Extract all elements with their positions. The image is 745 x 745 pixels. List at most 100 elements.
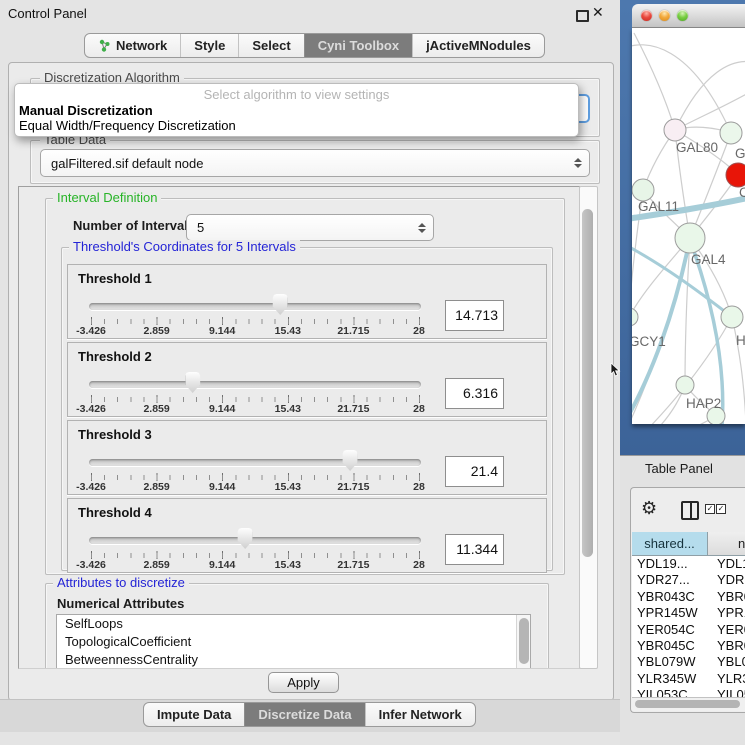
number-of-intervals-combobox[interactable]: 5 [186,214,434,241]
threshold-4-slider-thumb[interactable] [238,528,253,549]
tab-impute-data[interactable]: Impute Data [144,703,244,726]
node-gal11[interactable] [632,179,654,201]
checkbox-icon[interactable]: ✓ [705,504,715,514]
node-label-gal80: GAL80 [676,140,718,155]
table-row[interactable]: YPR145WYPR145W [632,605,745,621]
threshold-2-value-field[interactable]: 6.316 [445,378,504,409]
node-label-fragment-c: C [739,185,745,200]
node-label-fragment-g: G [735,146,745,161]
tab-network[interactable]: Network [85,34,180,57]
table-row[interactable]: YER054CYER054C [632,622,745,638]
tab-cyni-toolbox[interactable]: Cyni Toolbox [304,34,412,57]
viewport-scrollbar[interactable] [579,186,598,669]
table-row[interactable]: YBR045CYBR045C [632,638,745,654]
tab-infer-network-label: Infer Network [379,707,462,722]
table-horizontal-scrollbar-thumb[interactable] [635,700,740,708]
number-of-intervals-label: Number of Intervals [73,218,195,233]
table-row[interactable]: YDL19...YDL19... [632,556,745,572]
tab-discretize-data[interactable]: Discretize Data [244,703,364,726]
close-icon[interactable]: ✕ [592,4,604,21]
mouse-cursor [610,363,621,378]
threshold-3-label: Threshold 3 [78,427,152,442]
control-panel-tabbar: Network Style Select Cyni Toolbox jActiv… [84,33,545,58]
apply-button[interactable]: Apply [268,672,339,693]
node-label-gal4: GAL4 [691,252,726,267]
close-traffic-light-icon[interactable] [641,10,652,21]
list-item-betweennesscentrality[interactable]: BetweennessCentrality [57,651,530,669]
tab-discretize-data-label: Discretize Data [258,707,351,722]
threshold-1-label: Threshold 1 [78,271,152,286]
table-row[interactable]: YIL053CYIL053C [632,687,745,697]
threshold-2-slider-thumb[interactable] [185,372,200,393]
threshold-2-panel: Threshold 2 -3.426 2.859 9.144 15.43 21.… [67,342,547,417]
dropdown-option-equal-width-frequency[interactable]: Equal Width/Frequency Discretization [19,118,236,133]
threshold-3-value-field[interactable]: 21.4 [445,456,504,487]
network-view[interactable]: GAL80 G C GAL11 GAL4 GCY1 H HAP2 [632,28,745,424]
minimize-traffic-light-icon[interactable] [659,10,670,21]
slider-minor-ticks [91,397,420,402]
slider-minor-ticks [91,553,420,558]
settings-scroll-viewport: Interval Definition Number of Intervals … [18,186,580,669]
node-h[interactable] [721,306,743,328]
node-gal80[interactable] [664,119,686,141]
network-graph: GAL80 G C GAL11 GAL4 GCY1 H HAP2 [632,28,745,424]
stepper-arrows-icon [574,158,582,168]
algorithm-dropdown-popup: Select algorithm to view settings Manual… [14,83,579,137]
node-label-gcy1: GCY1 [632,334,666,349]
table-horizontal-scrollbar[interactable] [632,697,745,711]
table-row[interactable]: YLR345WYLR345W [632,671,745,687]
table-data-combobox-value: galFiltered.sif default node [51,150,203,176]
node-unlabeled-top[interactable] [720,122,742,144]
network-window-titlebar[interactable] [632,4,745,28]
checkbox-icon[interactable]: ✓ [716,504,726,514]
thresholds-group-label: Threshold's Coordinates for 5 Intervals [69,240,300,254]
number-of-intervals-value: 5 [197,215,204,240]
float-window-icon[interactable] [576,10,589,22]
threshold-3-slider-thumb[interactable] [343,450,358,471]
stepper-arrows-icon [418,223,426,233]
numerical-attributes-list: SelfLoops TopologicalCoefficient Between… [56,614,531,669]
network-icon [98,39,111,52]
tab-style-label: Style [194,38,225,53]
threshold-1-value-field[interactable]: 14.713 [445,300,504,331]
cyni-bottom-tabbar: Impute Data Discretize Data Infer Networ… [143,702,476,727]
table-row[interactable]: YBR043CYBR043C [632,589,745,605]
dropdown-option-manual-discretization[interactable]: Manual Discretization [19,103,153,118]
split-columns-icon[interactable] [681,501,699,520]
threshold-2-label: Threshold 2 [78,349,152,364]
tab-infer-network[interactable]: Infer Network [365,703,475,726]
screen: Control Panel ✕ Network Style Select Cyn… [0,0,745,745]
threshold-1-slider-thumb[interactable] [273,294,288,315]
list-item-topologicalcoefficient[interactable]: TopologicalCoefficient [57,633,530,651]
tab-jactivemnodules[interactable]: jActiveMNodules [412,34,544,57]
list-scrollbar-thumb[interactable] [519,618,529,664]
attributes-group-label: Attributes to discretize [53,576,189,590]
table-data-combobox[interactable]: galFiltered.sif default node [40,149,590,177]
threshold-4-label: Threshold 4 [78,505,152,520]
numerical-attributes-label: Numerical Attributes [57,596,184,611]
threshold-1-panel: Threshold 1 -3.426 2.859 9.144 15.43 21.… [67,264,547,339]
table-row[interactable]: YDR27...YDR27... [632,572,745,588]
node-gcy1[interactable] [632,308,638,326]
node-hap2[interactable] [676,376,694,394]
control-panel-title: Control Panel [8,6,87,21]
node-selected-red[interactable] [726,163,745,187]
column-header-shared-name[interactable]: shared... [632,532,708,556]
tab-select[interactable]: Select [238,34,303,57]
table-panel-title: Table Panel [645,461,713,476]
list-scrollbar[interactable] [516,615,530,669]
viewport-scrollbar-thumb[interactable] [582,209,593,557]
zoom-traffic-light-icon[interactable] [677,10,688,21]
tab-style[interactable]: Style [180,34,238,57]
table-row[interactable]: YBL079WYBL079W [632,654,745,670]
node-label-gal11: GAL11 [638,199,679,214]
tab-impute-data-label: Impute Data [157,707,231,722]
list-item-selfloops[interactable]: SelfLoops [57,615,530,633]
gear-icon[interactable]: ⚙ [641,498,657,519]
node-gal4[interactable] [675,223,705,253]
interval-definition-group-label: Interval Definition [53,191,161,205]
dropdown-placeholder: Select algorithm to view settings [15,87,578,102]
column-header-name[interactable]: name [708,532,745,556]
threshold-4-value-field[interactable]: 11.344 [445,534,504,565]
tab-jactivemnodules-label: jActiveMNodules [426,38,531,53]
